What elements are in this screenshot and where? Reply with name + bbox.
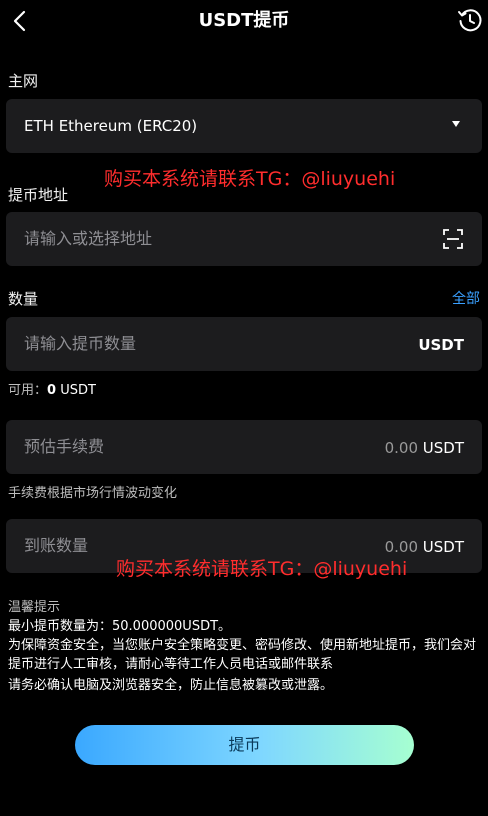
watermark-text: 购买本系统请联系TG：@liuyuehi (104, 168, 396, 190)
address-label: 提币地址 (8, 186, 69, 204)
fee-value-group: 0.00 USDT (385, 438, 464, 458)
received-value: 0.00 (384, 538, 418, 556)
fee-label: 预估手续费 (24, 437, 105, 456)
available-value: 0 (47, 383, 57, 398)
network-label: 主网 (8, 72, 39, 90)
tips-line-1: 最小提币数量为：50.000000USDT。 (8, 619, 232, 634)
network-selected-value: ETH Ethereum (ERC20) (24, 117, 198, 135)
page-title: USDT提币 (198, 10, 290, 31)
fee-note: 手续费根据市场行情波动变化 (8, 486, 178, 501)
scan-icon[interactable] (442, 228, 464, 250)
tips-line-3: 请务必确认电脑及浏览器安全，防止信息被篡改或泄露。 (8, 678, 334, 693)
available-balance: 可用：0 USDT (8, 383, 96, 399)
tips-line-2: 为保障资金安全，当您账户安全策略变更、密码修改、使用新地址提币，我们会对提币进行… (8, 638, 477, 672)
network-select[interactable]: ETH Ethereum (ERC20) (6, 99, 482, 153)
history-button[interactable] (456, 6, 484, 34)
caret-down-icon (452, 121, 460, 127)
fee-unit: USDT (422, 439, 464, 457)
fee-field: 预估手续费 0.00 USDT (6, 420, 482, 474)
amount-label: 数量 (8, 290, 39, 308)
tips-title: 温馨提示 (8, 600, 61, 615)
all-amount-button[interactable]: 全部 (452, 290, 480, 308)
amount-field[interactable]: 请输入提币数量 USDT (6, 317, 482, 371)
watermark-text: 购买本系统请联系TG：@liuyuehi (116, 558, 408, 580)
received-label: 到账数量 (24, 536, 89, 555)
fee-value: 0.00 (384, 439, 418, 457)
history-clock-icon (458, 9, 482, 32)
amount-unit: USDT (418, 336, 464, 354)
received-unit: USDT (422, 538, 464, 556)
amount-input[interactable]: 请输入提币数量 (24, 334, 136, 354)
available-unit: USDT (60, 383, 96, 398)
received-value-group: 0.00 USDT (385, 537, 464, 557)
submit-withdraw-button[interactable]: 提币 (75, 725, 414, 765)
address-field[interactable]: 请输入或选择地址 (6, 212, 482, 266)
available-label: 可用： (8, 383, 48, 398)
address-input[interactable]: 请输入或选择地址 (24, 229, 152, 249)
